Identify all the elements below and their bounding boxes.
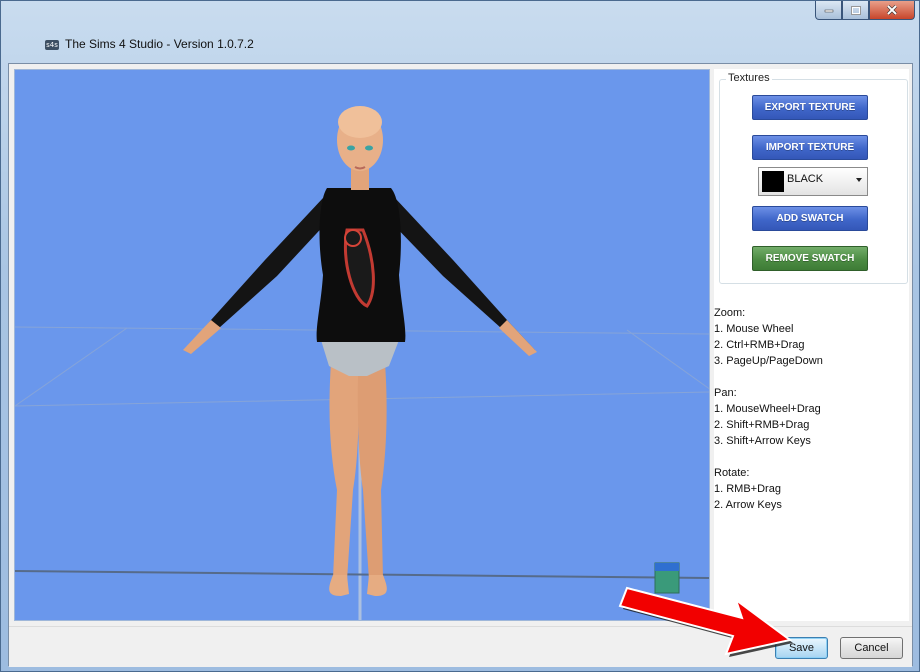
client-area: Textures EXPORT TEXTURE IMPORT TEXTURE B… — [8, 63, 913, 667]
3d-viewport[interactable] — [14, 69, 710, 621]
help-line: 1. RMB+Drag — [714, 483, 781, 495]
maximize-icon — [850, 5, 861, 15]
dialog-button-bar: Save Cancel — [9, 626, 912, 667]
remove-swatch-button[interactable]: REMOVE SWATCH — [752, 246, 868, 271]
floor-line — [15, 570, 709, 579]
help-line: 3. Shift+Arrow Keys — [714, 435, 811, 447]
textures-group: Textures EXPORT TEXTURE IMPORT TEXTURE B… — [719, 72, 908, 284]
right-panel: Textures EXPORT TEXTURE IMPORT TEXTURE B… — [714, 69, 909, 621]
swatch-dropdown[interactable]: BLACK — [758, 167, 868, 196]
help-line: 1. Mouse Wheel — [714, 323, 794, 335]
minimize-icon — [824, 9, 833, 13]
controls-help: Zoom: 1. Mouse Wheel 2. Ctrl+RMB+Drag 3.… — [714, 305, 823, 513]
title-bar[interactable]: s4s The Sims 4 Studio - Version 1.0.7.2 — [1, 1, 919, 63]
app-icon: s4s — [45, 40, 59, 50]
caption-buttons — [815, 1, 915, 20]
app-window: s4s The Sims 4 Studio - Version 1.0.7.2 — [0, 0, 920, 672]
swatch-color-chip — [762, 171, 784, 192]
help-line: 2. Arrow Keys — [714, 499, 782, 511]
maximize-button[interactable] — [842, 1, 869, 20]
close-button[interactable] — [869, 1, 915, 20]
help-line: 2. Ctrl+RMB+Drag — [714, 339, 805, 351]
zoom-title: Zoom: — [714, 307, 746, 319]
minimize-button[interactable] — [815, 1, 842, 20]
help-line: 3. PageUp/PageDown — [714, 355, 823, 367]
help-line: 1. MouseWheel+Drag — [714, 403, 821, 415]
add-swatch-button[interactable]: ADD SWATCH — [752, 206, 868, 231]
help-line: 2. Shift+RMB+Drag — [714, 419, 810, 431]
export-texture-button[interactable]: EXPORT TEXTURE — [752, 95, 868, 120]
dropdown-arrow-icon — [856, 178, 862, 182]
cancel-button[interactable]: Cancel — [840, 637, 903, 659]
import-texture-button[interactable]: IMPORT TEXTURE — [752, 135, 868, 160]
model-scene — [15, 106, 709, 620]
swatch-selected-label: BLACK — [787, 173, 824, 185]
rotate-title: Rotate: — [714, 467, 750, 479]
pan-title: Pan: — [714, 387, 737, 399]
textures-group-label: Textures — [726, 72, 772, 84]
close-icon — [886, 5, 898, 15]
window-title: The Sims 4 Studio - Version 1.0.7.2 — [65, 37, 254, 51]
save-button[interactable]: Save — [775, 637, 828, 659]
